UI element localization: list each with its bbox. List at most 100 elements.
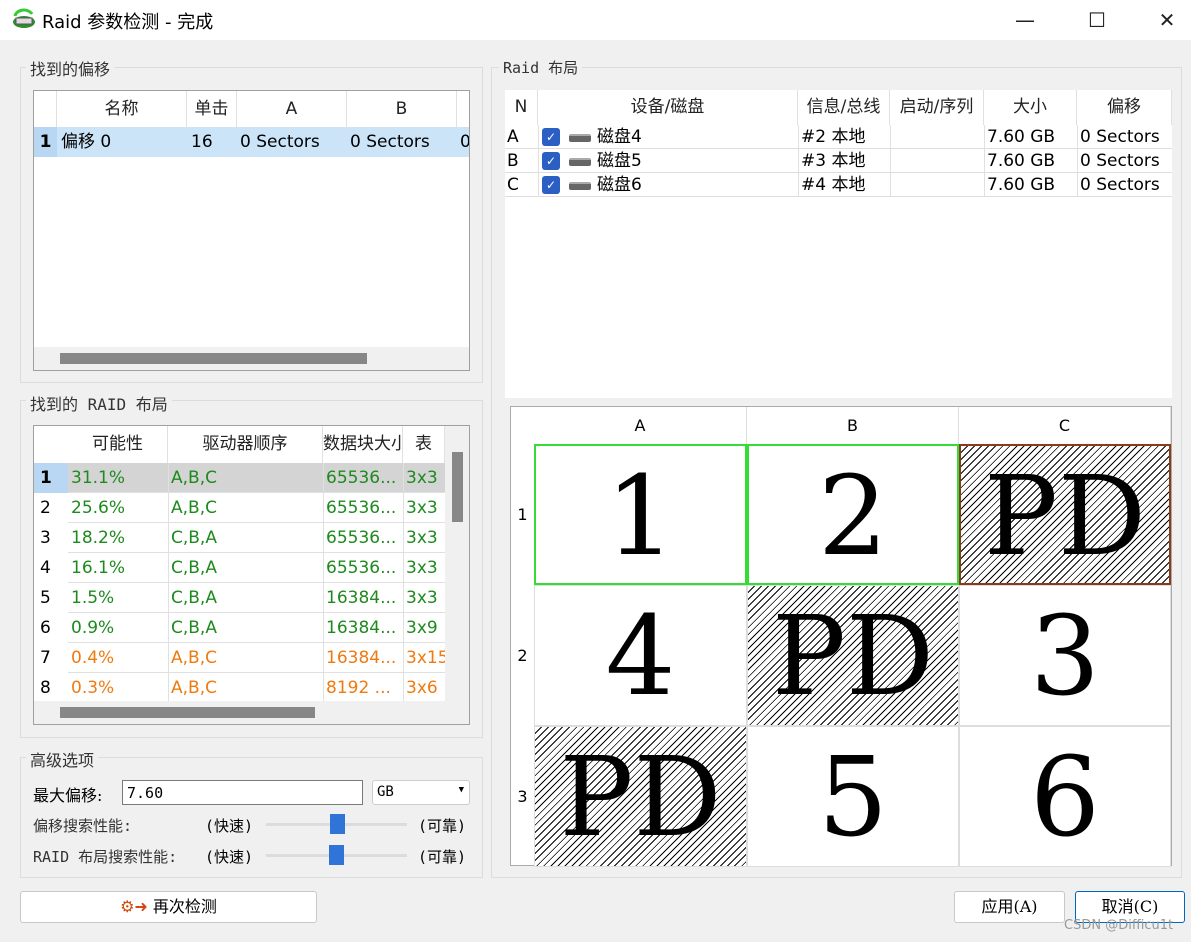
divider	[403, 493, 404, 523]
data-block[interactable]: 3	[959, 585, 1171, 726]
data-block[interactable]: 5	[747, 726, 959, 867]
layouts-vscrollbar[interactable]	[445, 426, 469, 701]
apply-button[interactable]: 应用(A)	[954, 891, 1065, 923]
data-block[interactable]: 4	[534, 585, 747, 726]
disk-row[interactable]: A ✓ 磁盘4 #2 本地 7.60 GB 0 Sectors	[505, 125, 1172, 149]
disk-checkbox[interactable]: ✓	[542, 152, 560, 170]
row-number: 1	[34, 463, 68, 493]
divider	[1077, 173, 1078, 197]
col-device[interactable]: 设备/磁盘	[538, 90, 798, 125]
cell-device: 磁盘6	[597, 175, 642, 195]
scroll-thumb[interactable]	[452, 452, 463, 522]
table-row[interactable]: 8 0.3% A,B,C 8192 ... 3x6	[34, 673, 445, 703]
row-number: 2	[34, 493, 68, 523]
disk-row[interactable]: C ✓ 磁盘6 #4 本地 7.60 GB 0 Sectors	[505, 173, 1172, 197]
grid-row-header: 3	[517, 787, 528, 806]
data-block[interactable]: 6	[959, 726, 1171, 867]
data-block[interactable]: 2	[747, 444, 959, 585]
row-number: 1	[34, 127, 57, 157]
fast-label: (快速)	[205, 848, 254, 866]
col-name[interactable]: 名称	[57, 91, 187, 127]
table-row[interactable]: 6 0.9% C,B,A 16384... 3x9	[34, 613, 445, 643]
divider	[168, 493, 169, 523]
slider-thumb[interactable]	[328, 845, 344, 865]
layouts-hscrollbar[interactable]	[34, 701, 469, 724]
cell-table: 3x3	[406, 528, 438, 548]
divider	[538, 125, 539, 149]
slider-thumb[interactable]	[329, 814, 345, 834]
hard-disk-icon	[569, 134, 591, 142]
col-offset[interactable]: 偏移	[1077, 90, 1172, 125]
row-number: 6	[34, 613, 68, 643]
table-row[interactable]: 1 偏移 0 16 0 Sectors 0 Sectors 0	[34, 127, 469, 157]
table-row[interactable]: 2 25.6% A,B,C 65536... 3x3	[34, 493, 445, 523]
col-clicks[interactable]: 单击	[187, 91, 237, 127]
disk-row[interactable]: B ✓ 磁盘5 #3 本地 7.60 GB 0 Sectors	[505, 149, 1172, 173]
minimize-button[interactable]: —	[1005, 6, 1045, 34]
col-table[interactable]: 表	[403, 426, 445, 463]
cell-a: 0 Sectors	[240, 132, 320, 152]
disk-checkbox[interactable]: ✓	[542, 128, 560, 146]
scroll-thumb[interactable]	[60, 353, 367, 364]
redetect-label: 再次检测	[152, 897, 217, 916]
table-row[interactable]: 5 1.5% C,B,A 16384... 3x3	[34, 583, 445, 613]
col-drive-order[interactable]: 驱动器顺序	[168, 426, 323, 463]
max-offset-input[interactable]: 7.60	[122, 780, 363, 805]
parity-block[interactable]: PD	[959, 444, 1171, 585]
divider	[323, 523, 324, 553]
watermark: CSDN @Difficu1t	[1064, 918, 1174, 933]
col-boot[interactable]: 启动/序列	[890, 90, 984, 125]
cell-probability: 0.4%	[71, 648, 115, 668]
reliable-label: (可靠)	[418, 848, 467, 866]
cell-clicks: 16	[191, 132, 213, 152]
table-row[interactable]: 4 16.1% C,B,A 65536... 3x3	[34, 553, 445, 583]
offset-perf-label: 偏移搜索性能:	[33, 817, 133, 835]
close-button[interactable]: ✕	[1147, 6, 1187, 34]
table-row[interactable]: 1 31.1% A,B,C 65536... 3x3	[34, 463, 445, 493]
col-a[interactable]: A	[237, 91, 347, 127]
col-size[interactable]: 大小	[984, 90, 1077, 125]
cell-probability: 0.9%	[71, 618, 115, 638]
col-block-size[interactable]: 数据块大小	[323, 426, 403, 463]
cell-probability: 16.1%	[71, 558, 126, 578]
cell-table: 3x3	[406, 558, 438, 578]
cell-table: 3x3	[406, 498, 438, 518]
scroll-thumb[interactable]	[60, 707, 315, 718]
divider	[890, 173, 891, 197]
cell-size: 7.60 GB	[987, 127, 1056, 147]
grid-column-header: B	[747, 407, 959, 445]
unit-select[interactable]: GB ▼	[372, 780, 470, 805]
parity-block[interactable]: PD	[747, 585, 959, 726]
cell-name: 偏移 0	[61, 132, 112, 152]
found-offsets-label: 找到的偏移	[26, 56, 115, 80]
grid-column-header: A	[534, 407, 747, 445]
divider	[984, 173, 985, 197]
window-title: Raid 参数检测 - 完成	[42, 12, 214, 33]
maximize-button[interactable]: ☐	[1077, 6, 1117, 34]
table-row[interactable]: 3 18.2% C,B,A 65536... 3x3	[34, 523, 445, 553]
parity-block[interactable]: PD	[534, 726, 747, 867]
row-number: 4	[34, 553, 68, 583]
raid-grid: A B C 1 2 3 1 2 PD 4 PD 3 PD 5 6	[510, 406, 1172, 867]
cell-block-size: 16384...	[326, 648, 397, 668]
table-row[interactable]: 7 0.4% A,B,C 16384... 3x15	[34, 643, 445, 673]
col-n[interactable]: N	[505, 90, 538, 125]
col-probability[interactable]: 可能性	[68, 426, 168, 463]
offsets-hscrollbar[interactable]	[34, 347, 469, 370]
cell-table: 3x3	[406, 588, 438, 608]
cell-block-size: 65536...	[326, 498, 397, 518]
disk-table: N 设备/磁盘 信息/总线 启动/序列 大小 偏移 A ✓ 磁盘4 #2 本地 7.60…	[505, 90, 1172, 398]
grid-column-header: C	[959, 407, 1171, 445]
cell-device: 磁盘4	[597, 127, 642, 147]
col-bus[interactable]: 信息/总线	[798, 90, 890, 125]
divider	[538, 173, 539, 197]
col-b[interactable]: B	[347, 91, 457, 127]
redetect-button[interactable]: ⚙➜ 再次检测	[20, 891, 317, 923]
cell-table: 3x3	[406, 468, 438, 488]
cell-size: 7.60 GB	[987, 175, 1056, 195]
disk-checkbox[interactable]: ✓	[542, 176, 560, 194]
data-block[interactable]: 1	[534, 444, 747, 585]
divider	[403, 613, 404, 643]
raid-perf-label: RAID 布局搜索性能:	[33, 848, 178, 866]
divider	[323, 613, 324, 643]
